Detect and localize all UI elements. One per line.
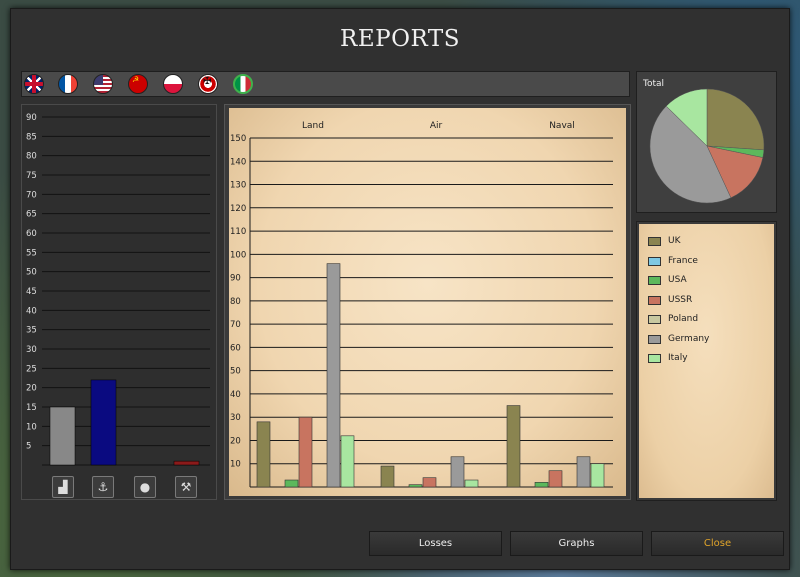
window-title: REPORTS bbox=[340, 26, 460, 52]
y-tick-label: 20 bbox=[230, 436, 241, 446]
y-tick-label: 10 bbox=[230, 460, 241, 470]
resource-bar bbox=[90, 379, 117, 466]
legend-label: Italy bbox=[668, 353, 688, 363]
resource-bar bbox=[173, 460, 200, 466]
y-tick-label: 35 bbox=[26, 326, 37, 336]
y-tick-label: 45 bbox=[26, 287, 37, 297]
y-tick-label: 25 bbox=[26, 364, 37, 374]
ussr-flag-icon[interactable] bbox=[128, 74, 148, 94]
nation-selector-bar bbox=[21, 71, 630, 97]
bar-usa bbox=[408, 484, 423, 488]
y-tick-label: 90 bbox=[230, 274, 241, 284]
france-flag-icon[interactable] bbox=[58, 74, 78, 94]
y-tick-label: 10 bbox=[26, 422, 37, 432]
bar-usa bbox=[534, 482, 549, 488]
y-tick-label: 140 bbox=[230, 157, 246, 167]
legend-swatch bbox=[648, 276, 661, 285]
resource-bar bbox=[49, 406, 76, 466]
mining-hammers-icon[interactable]: ⚒ bbox=[175, 476, 197, 498]
y-tick-label: 110 bbox=[230, 227, 246, 237]
legend-swatch bbox=[648, 295, 661, 305]
y-tick-label: 50 bbox=[230, 367, 241, 377]
y-tick-label: 20 bbox=[26, 384, 37, 394]
bar-ussr bbox=[548, 470, 563, 488]
y-tick-label: 70 bbox=[230, 320, 241, 330]
y-tick-label: 15 bbox=[26, 403, 37, 413]
legend-label: France bbox=[668, 255, 698, 266]
bar-uk bbox=[256, 421, 271, 488]
y-tick-label: 75 bbox=[26, 171, 37, 181]
y-tick-label: 80 bbox=[26, 152, 37, 162]
y-tick-label: 30 bbox=[230, 413, 241, 423]
y-tick-label: 60 bbox=[230, 343, 241, 353]
oil-drop-icon[interactable]: ● bbox=[134, 476, 156, 498]
legend-label: USA bbox=[668, 275, 687, 285]
losses-bar-chart: 150 140 130 120 110 100 90 80 70 60 50 40 30 20 10 Land… bbox=[230, 121, 613, 488]
y-tick-label: 40 bbox=[230, 390, 241, 400]
y-tick-label: 50 bbox=[26, 268, 37, 278]
y-tick-label: 130 bbox=[230, 181, 246, 191]
bar-germany bbox=[326, 263, 341, 488]
y-tick-label: 100 bbox=[230, 250, 246, 260]
legend-label: Poland bbox=[668, 314, 699, 324]
legend-swatch bbox=[648, 354, 661, 363]
italy-flag-icon[interactable] bbox=[233, 74, 253, 94]
y-tick-label: 40 bbox=[26, 306, 37, 316]
factory-icon[interactable]: ▟ bbox=[52, 476, 74, 498]
legend-label: Germany bbox=[668, 333, 710, 344]
legend-swatch bbox=[648, 315, 661, 324]
losses-chart-panel: 150 140 130 120 110 100 90 80 70 60 50 40 30 20 10 Land… bbox=[224, 104, 631, 500]
bar-italy bbox=[590, 463, 605, 488]
bar-uk bbox=[380, 465, 395, 488]
y-tick-label: 30 bbox=[26, 345, 37, 355]
legend-label: UK bbox=[668, 236, 681, 246]
total-pie-chart bbox=[649, 88, 765, 204]
y-tick-label: 5 bbox=[26, 442, 31, 452]
legend-panel: UK France USA USSR Poland Germany Italy bbox=[636, 221, 777, 501]
y-tick-label: 85 bbox=[26, 132, 37, 142]
y-tick-label: 60 bbox=[26, 229, 37, 239]
legend-swatch bbox=[648, 334, 661, 344]
usa-flag-icon[interactable] bbox=[93, 74, 113, 94]
poland-flag-icon[interactable] bbox=[163, 74, 183, 94]
uk-flag-icon[interactable] bbox=[24, 74, 44, 94]
legend-swatch bbox=[648, 256, 661, 266]
pie-title: Total bbox=[643, 79, 665, 89]
germany-flag-icon[interactable] bbox=[198, 74, 218, 94]
legend-paper: UK France USA USSR Poland Germany Italy bbox=[639, 224, 774, 498]
legend-swatch bbox=[648, 237, 661, 246]
y-tick-label: 150 bbox=[230, 134, 246, 144]
bar-ussr bbox=[298, 416, 313, 488]
y-tick-label: 55 bbox=[26, 248, 37, 258]
bar-germany bbox=[450, 456, 465, 488]
bar-germany bbox=[576, 456, 591, 488]
y-tick-label: 80 bbox=[230, 297, 241, 307]
y-tick-label: 65 bbox=[26, 210, 37, 220]
bar-italy bbox=[464, 479, 479, 488]
resource-chart-panel: 90 85 80 75 70 65 60 55 50 45 40 35 30 25 20 15 10 5 ▟ ⚓ … bbox=[21, 104, 217, 500]
legend-label: USSR bbox=[668, 294, 693, 305]
close-button[interactable]: Close bbox=[651, 531, 784, 556]
losses-button[interactable]: Losses bbox=[369, 531, 502, 556]
category-label: Land bbox=[302, 121, 324, 131]
bar-ussr bbox=[422, 477, 437, 488]
category-label: Air bbox=[430, 121, 443, 131]
bar-uk bbox=[506, 405, 521, 488]
resource-bar-chart: 90 85 80 75 70 65 60 55 50 45 40 35 30 25 20 15 10 5 bbox=[26, 113, 210, 466]
y-tick-label: 90 bbox=[26, 113, 37, 123]
graphs-button[interactable]: Graphs bbox=[510, 531, 643, 556]
pie-slice-uk bbox=[706, 88, 765, 151]
y-tick-label: 70 bbox=[26, 190, 37, 200]
bar-italy bbox=[340, 435, 355, 488]
anchor-icon[interactable]: ⚓ bbox=[92, 476, 114, 498]
y-tick-label: 120 bbox=[230, 204, 246, 214]
total-pie-panel: Total bbox=[636, 71, 777, 213]
bar-usa bbox=[284, 479, 299, 488]
category-label: Naval bbox=[549, 121, 575, 131]
